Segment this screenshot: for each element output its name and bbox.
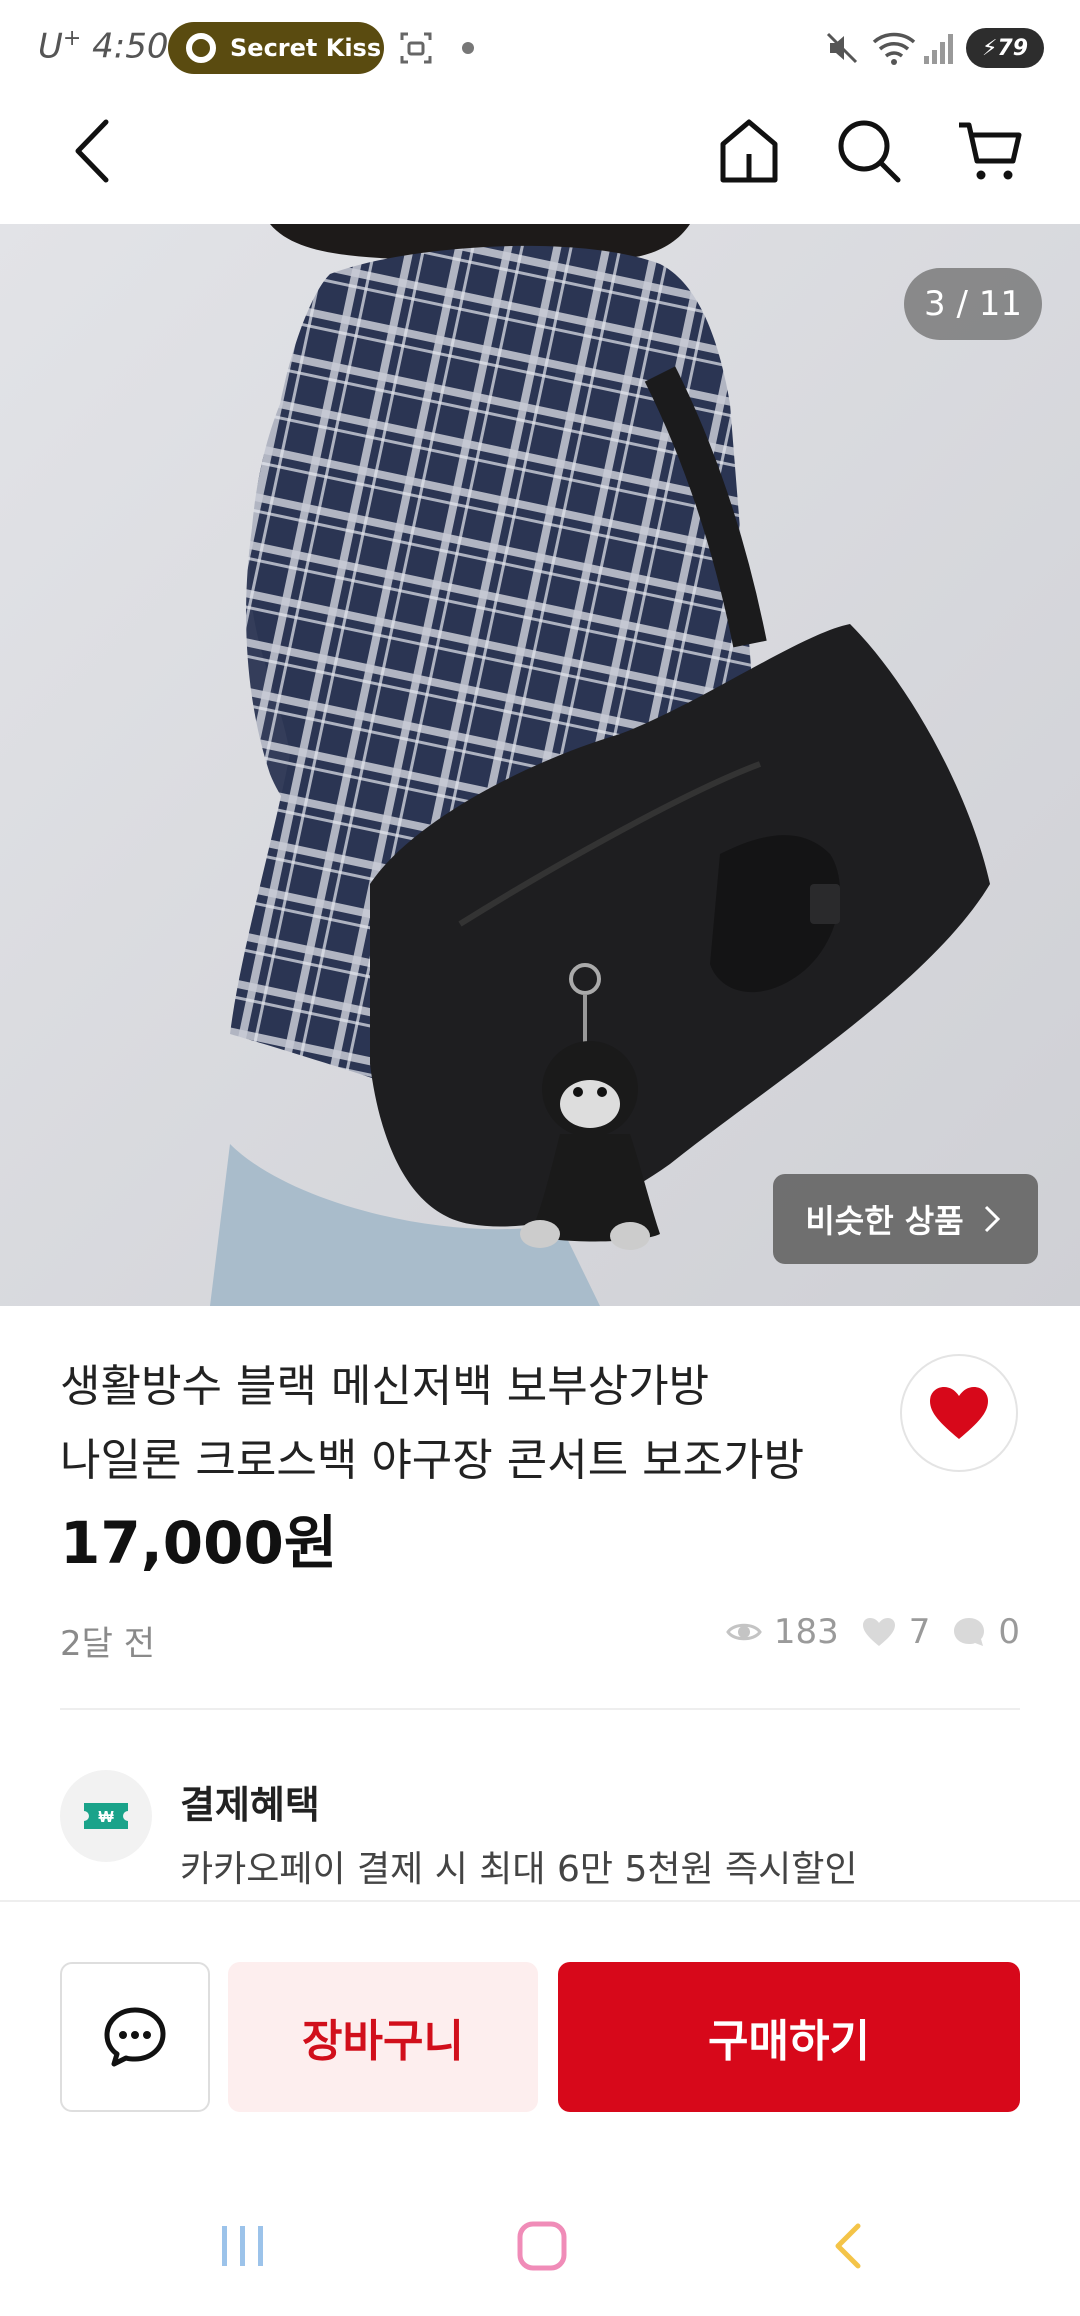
like-count: 7 [908, 1612, 931, 1652]
eye-icon [726, 1618, 762, 1646]
recent-apps-icon[interactable] [218, 2222, 268, 2270]
similar-products-button[interactable]: 비슷한 상품 [773, 1174, 1038, 1264]
chat-icon [104, 2007, 166, 2067]
divider [60, 1708, 1020, 1710]
like-icon [861, 1616, 897, 1648]
home-icon[interactable] [718, 118, 780, 184]
top-nav [0, 96, 1080, 224]
chevron-right-icon [984, 1205, 1000, 1233]
view-count: 183 [773, 1612, 839, 1652]
now-playing-pill[interactable]: Secret Kiss [168, 22, 384, 74]
buy-now-button[interactable]: 구매하기 [558, 1962, 1020, 2112]
signal-icon [924, 34, 953, 64]
chat-button[interactable] [60, 1962, 210, 2112]
wifi-icon [872, 32, 916, 65]
favorite-button[interactable] [900, 1354, 1018, 1472]
back-nav-icon[interactable] [830, 2222, 864, 2270]
comment-count: 0 [998, 1612, 1020, 1652]
add-to-cart-button[interactable]: 장바구니 [228, 1962, 538, 2112]
carrier-label: U+ 4:50 [38, 26, 169, 67]
product-price: 17,000원 [60, 1509, 338, 1577]
product-title: 생활방수 블랙 메신저백 보부상가방 나일론 크로스백 야구장 콘서트 보조가방 [60, 1361, 805, 1486]
product-stats: 183 7 0 [726, 1612, 1020, 1652]
svg-text:₩: ₩ [98, 1809, 114, 1826]
posted-time: 2달 전 [60, 1624, 155, 1664]
notification-dot [462, 42, 474, 54]
battery-indicator: ⚡ 79 [966, 28, 1044, 68]
payment-benefit-icon: ₩ [60, 1770, 152, 1862]
product-image-carousel[interactable]: 3 / 11 비슷한 상품 [0, 224, 1080, 1306]
benefit-title: 결제혜택 [180, 1783, 320, 1827]
screenshot-icon [400, 32, 432, 64]
status-bar: U+ 4:50 Secret Kiss ⚡ 79 [0, 0, 1080, 96]
benefit-description[interactable]: 카카오페이 결제 시 최대 6만 5천원 즉시할인 [180, 1840, 858, 1892]
chevron-left-icon[interactable] [70, 118, 114, 184]
comment-icon [952, 1616, 986, 1648]
action-bar-divider [0, 1900, 1080, 1902]
image-counter: 3 / 11 [904, 268, 1042, 340]
search-icon[interactable] [836, 118, 902, 184]
product-photo [0, 224, 1080, 1306]
heart-icon [930, 1387, 988, 1439]
cart-icon[interactable] [956, 120, 1022, 184]
music-icon [186, 33, 216, 63]
home-nav-icon[interactable] [516, 2220, 568, 2272]
mute-icon [826, 32, 858, 64]
charging-icon: ⚡ [981, 35, 998, 61]
clock: 4:50 [92, 26, 169, 67]
